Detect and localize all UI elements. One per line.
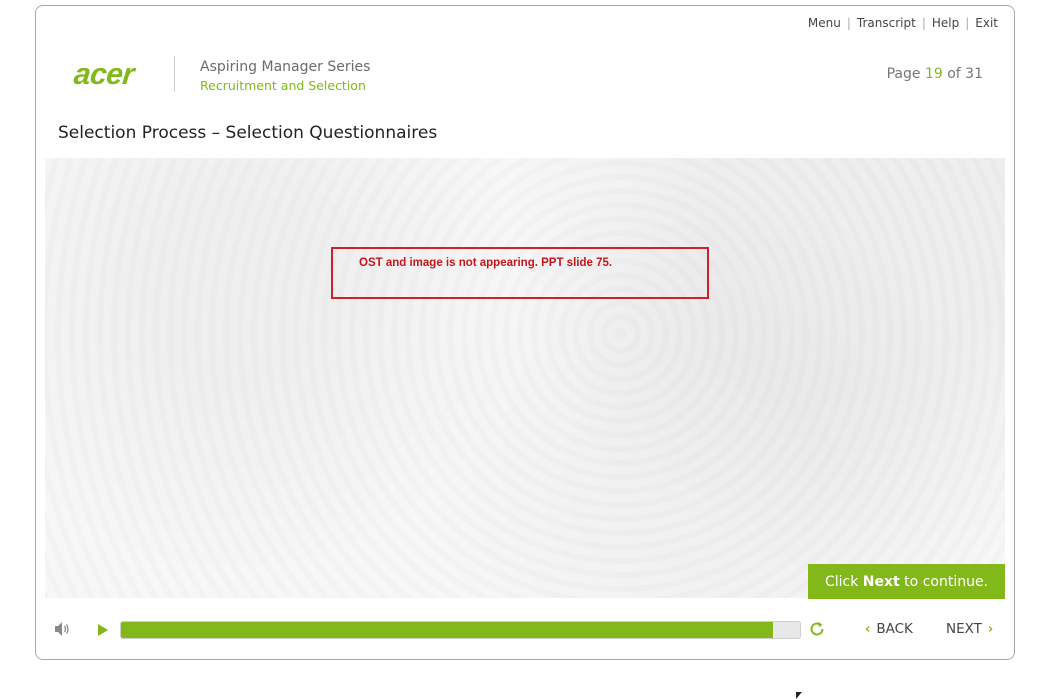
top-navigation: Menu | Transcript | Help | Exit	[808, 16, 998, 30]
back-button[interactable]: ‹ BACK	[865, 621, 913, 637]
back-label: BACK	[876, 621, 913, 637]
series-title: Aspiring Manager Series	[200, 59, 371, 75]
play-icon[interactable]	[97, 622, 109, 641]
page-of: of	[947, 66, 961, 82]
nav-separator: |	[846, 16, 851, 30]
prompt-next: Next	[862, 573, 900, 590]
next-button[interactable]: NEXT ›	[946, 621, 993, 637]
current-page: 19	[924, 66, 943, 82]
mouse-cursor-icon	[796, 692, 802, 699]
review-note-text: OST and image is not appearing. PPT slid…	[359, 257, 613, 269]
progress-fill	[121, 622, 773, 638]
progress-bar[interactable]	[120, 621, 801, 639]
help-link[interactable]: Help	[932, 16, 959, 30]
logo-divider	[174, 56, 175, 92]
player-controls: ‹ BACK NEXT ›	[36, 612, 1014, 648]
speaker-icon[interactable]	[54, 621, 70, 641]
chevron-left-icon: ‹	[865, 621, 871, 637]
course-player-frame: Menu | Transcript | Help | Exit acer Asp…	[35, 5, 1015, 660]
next-label: NEXT	[946, 621, 982, 637]
menu-link[interactable]: Menu	[808, 16, 841, 30]
nav-separator: |	[921, 16, 926, 30]
exit-link[interactable]: Exit	[975, 16, 998, 30]
click-next-prompt: Click Next to continue.	[808, 564, 1005, 599]
page-counter: Page 19 of 31	[887, 66, 983, 82]
prompt-prefix: Click	[824, 573, 863, 590]
review-note-box: OST and image is not appearing. PPT slid…	[331, 247, 709, 299]
slide-title: Selection Process – Selection Questionna…	[58, 123, 438, 143]
nav-separator: |	[965, 16, 970, 30]
course-subtitle: Recruitment and Selection	[200, 78, 366, 93]
prompt-suffix: to continue.	[899, 573, 989, 590]
slide-stage: OST and image is not appearing. PPT slid…	[45, 158, 1005, 598]
course-title-block: Aspiring Manager Series Recruitment and …	[200, 58, 370, 95]
chevron-right-icon: ›	[987, 621, 994, 637]
total-pages: 31	[965, 66, 983, 82]
transcript-link[interactable]: Transcript	[857, 16, 916, 30]
acer-logo: acer	[72, 58, 136, 91]
page-label: Page	[886, 66, 921, 82]
replay-icon[interactable]	[808, 620, 826, 642]
